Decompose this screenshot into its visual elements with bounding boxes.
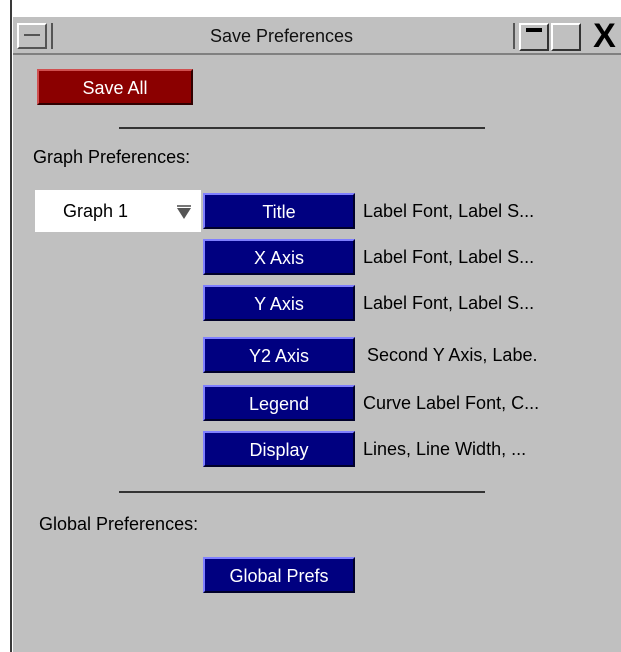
x-axis-prefs-button[interactable]: X Axis bbox=[203, 239, 355, 275]
graph-select[interactable]: Graph 1 bbox=[35, 190, 201, 232]
y-axis-prefs-description: Label Font, Label S... bbox=[363, 293, 535, 313]
save-preferences-window: Save Preferences X Save All Graph Prefer… bbox=[12, 16, 621, 652]
y-axis-prefs-button[interactable]: Y Axis bbox=[203, 285, 355, 321]
maximize-icon[interactable] bbox=[551, 23, 581, 51]
title-separator bbox=[513, 23, 515, 49]
dropdown-arrow-icon bbox=[177, 205, 191, 219]
minimize-icon[interactable] bbox=[519, 23, 549, 51]
y2-axis-prefs-button[interactable]: Y2 Axis bbox=[203, 337, 355, 373]
title-prefs-button[interactable]: Title bbox=[203, 193, 355, 229]
legend-prefs-description: Curve Label Font, C... bbox=[363, 393, 540, 413]
divider bbox=[119, 127, 485, 129]
global-prefs-button[interactable]: Global Prefs bbox=[203, 557, 355, 593]
window-menu-icon[interactable] bbox=[17, 23, 47, 49]
x-axis-prefs-description: Label Font, Label S... bbox=[363, 247, 535, 267]
y2-axis-prefs-description: Second Y Axis, Labe. bbox=[367, 345, 538, 365]
close-icon[interactable]: X bbox=[587, 19, 621, 53]
save-all-button[interactable]: Save All bbox=[37, 69, 193, 105]
display-prefs-button[interactable]: Display bbox=[203, 431, 355, 467]
title-prefs-description: Label Font, Label S... bbox=[363, 201, 535, 221]
graph-select-value: Graph 1 bbox=[63, 201, 129, 221]
legend-prefs-button[interactable]: Legend bbox=[203, 385, 355, 421]
global-preferences-heading: Global Preferences: bbox=[39, 514, 199, 534]
display-prefs-description: Lines, Line Width, ... bbox=[363, 439, 527, 459]
title-bar[interactable]: Save Preferences X bbox=[13, 17, 621, 55]
divider bbox=[119, 491, 485, 493]
window-title: Save Preferences bbox=[209, 26, 354, 46]
graph-preferences-heading: Graph Preferences: bbox=[33, 147, 191, 167]
